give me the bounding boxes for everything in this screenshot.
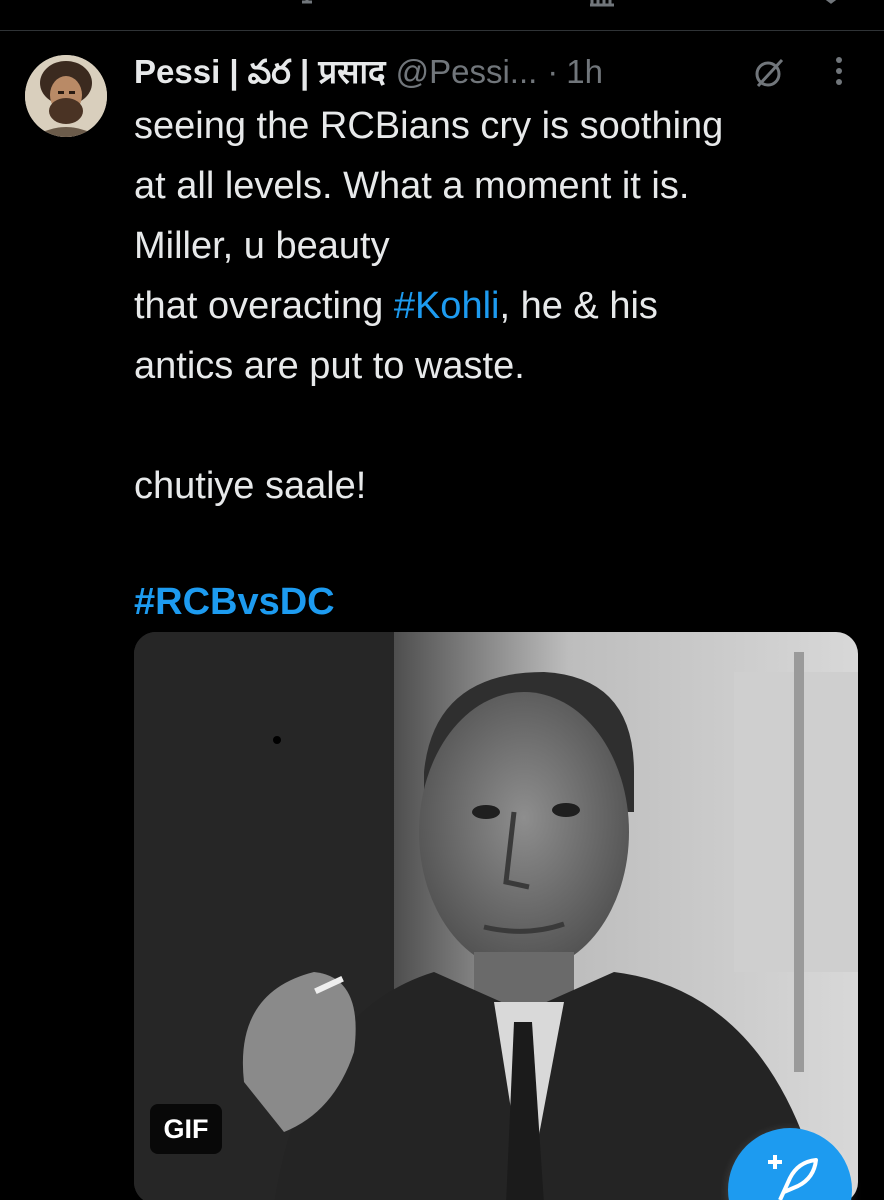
separator-dot: · xyxy=(547,53,559,90)
compose-feather-plus-icon xyxy=(768,1155,818,1200)
tweet-divider xyxy=(0,30,884,31)
avatar[interactable] xyxy=(25,55,107,137)
user-handle[interactable]: @Pessi... xyxy=(396,50,538,94)
hashtag-kohli-link[interactable]: #Kohli xyxy=(394,285,500,327)
timestamp[interactable]: 1h xyxy=(566,50,603,94)
tweet-detail-page: Pessi | వర | प्रसाद @Pessi... · 1h seein… xyxy=(0,0,884,1200)
reply-icon[interactable] xyxy=(128,0,148,8)
tweet-text-line: seeing the RCBians cry is soothing xyxy=(134,105,724,147)
gif-badge: GIF xyxy=(150,1104,222,1154)
tweet-text: seeing the RCBians cry is soothing at al… xyxy=(134,96,854,632)
tweet-text-line-with-hashtag: that overacting #Kohli, he & his xyxy=(134,276,854,336)
retweet-icon[interactable] xyxy=(298,0,316,8)
tweet-text-line: at all levels. What a moment it is. xyxy=(134,165,690,207)
previous-tweet-action-bar xyxy=(0,0,884,16)
hashtag-rcbvsdc-link[interactable]: #RCBvsDC xyxy=(134,572,854,632)
tweet-text-line: chutiye saale! xyxy=(134,465,367,507)
grok-icon[interactable] xyxy=(752,56,786,90)
text-segment: that overacting xyxy=(134,285,394,327)
user-avatar-photo xyxy=(25,55,107,137)
text-segment: , he & his xyxy=(499,285,658,327)
share-icon[interactable] xyxy=(820,0,842,8)
views-icon[interactable] xyxy=(588,0,616,8)
tweet-text-line: Miller, u beauty xyxy=(134,225,390,267)
more-vertical-icon[interactable] xyxy=(832,54,846,88)
tweet-header: Pessi | వర | प्रसाद @Pessi... · 1h xyxy=(134,50,603,94)
display-name[interactable]: Pessi | వర | प्रसाद xyxy=(134,50,386,94)
gif-media[interactable] xyxy=(134,632,858,1200)
gif-frame-image xyxy=(134,632,858,1200)
tweet-text-line: antics are put to waste. xyxy=(134,345,525,387)
